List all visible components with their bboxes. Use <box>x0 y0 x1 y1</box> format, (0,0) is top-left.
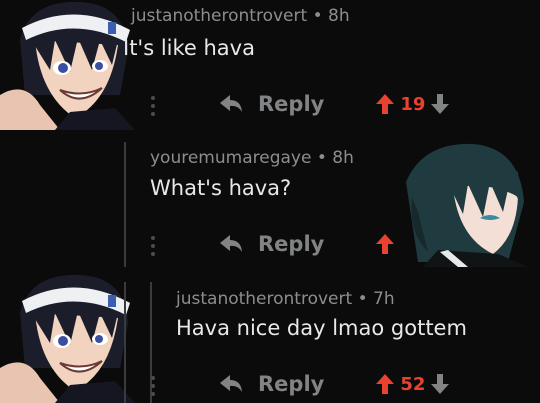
comment-3-meta: justanotherontrovert • 7h <box>176 289 395 309</box>
thread-line[interactable] <box>124 142 126 267</box>
reply-button[interactable]: Reply <box>220 372 324 396</box>
comment-1-actions: Reply 19 <box>220 90 450 118</box>
more-options-icon[interactable] <box>151 96 155 120</box>
more-options-icon[interactable] <box>151 236 155 260</box>
reply-arrow-icon <box>220 375 242 392</box>
anime-avatar-sticker-3 <box>0 273 135 403</box>
comment-1-score: 19 <box>400 93 426 115</box>
reply-label: Reply <box>258 232 325 256</box>
comment-3-actions: Reply 52 <box>220 370 450 398</box>
reply-arrow-icon <box>220 95 242 112</box>
comment-1-meta: justanotherontrovert • 8h <box>131 6 350 26</box>
comment-3-separator: • <box>357 289 368 309</box>
upvote-arrow-icon[interactable] <box>376 374 395 394</box>
comment-1-separator: • <box>312 6 323 26</box>
comment-3-score: 52 <box>400 373 426 395</box>
downvote-arrow-icon[interactable] <box>431 94 450 114</box>
comment-2-meta: youremumaregaye • 8h <box>150 148 354 168</box>
comment-2-text: What's hava? <box>150 176 292 200</box>
upvote-arrow-icon[interactable] <box>376 94 395 114</box>
reply-arrow-icon <box>220 235 242 252</box>
comment-3-author[interactable]: justanotherontrovert <box>176 289 352 309</box>
comment-1-time: 8h <box>328 6 350 26</box>
more-options-icon[interactable] <box>151 376 155 400</box>
comment-2-author[interactable]: youremumaregaye <box>150 148 311 168</box>
comment-3-time: 7h <box>373 289 395 309</box>
comment-1-author[interactable]: justanotherontrovert <box>131 6 307 26</box>
reply-label: Reply <box>258 372 325 396</box>
reply-label: Reply <box>258 92 325 116</box>
comment-3-text: Hava nice day lmao gottem <box>176 316 467 340</box>
downvote-arrow-icon[interactable] <box>431 374 450 394</box>
reply-button[interactable]: Reply <box>220 232 324 256</box>
comment-2-time: 8h <box>332 148 354 168</box>
comment-2-separator: • <box>316 148 327 168</box>
thread-line[interactable] <box>124 282 126 403</box>
reply-button[interactable]: Reply <box>220 92 324 116</box>
upvote-arrow-icon[interactable] <box>376 234 395 254</box>
anime-avatar-sticker-1 <box>0 0 135 130</box>
comment-1-text: It's like hava <box>123 36 255 60</box>
comment-2-actions: Reply 2 <box>220 230 419 258</box>
anime-avatar-sticker-2 <box>398 142 528 267</box>
